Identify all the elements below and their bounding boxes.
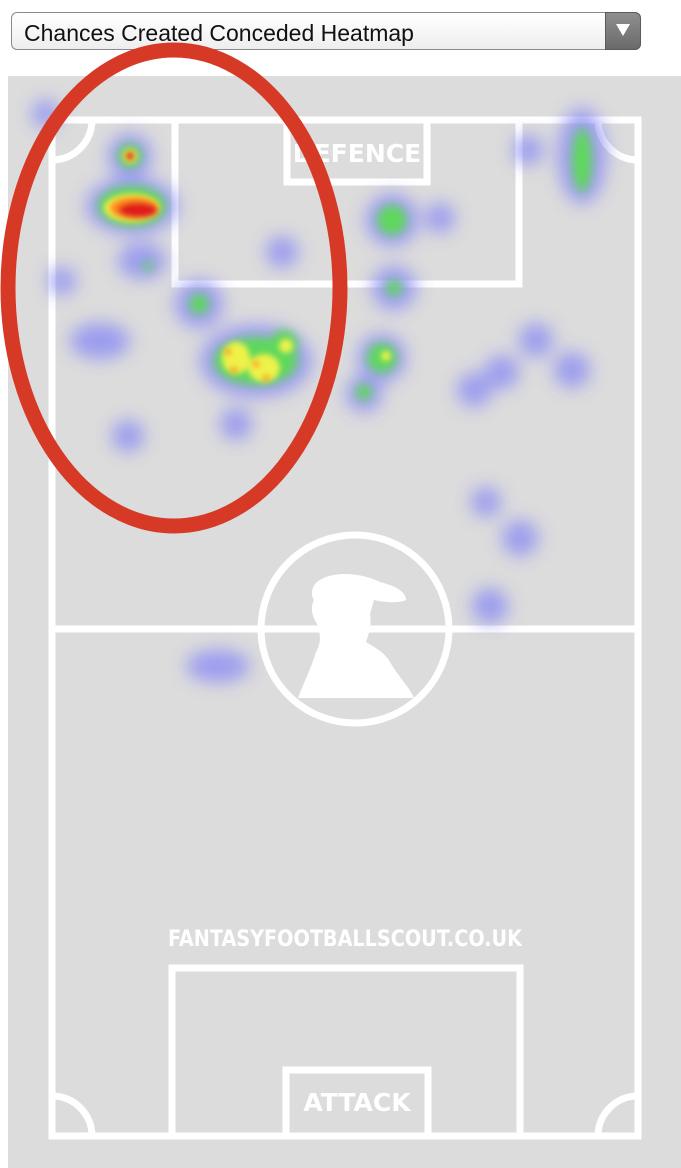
corner-arc-bottom-left [51, 1092, 96, 1137]
dropdown-toggle-button[interactable] [605, 12, 641, 50]
pitch-canvas: DEFENCE ATTACK FANTASYFOOTBALLSCOUT.CO.U… [32, 100, 642, 1140]
corner-arc-top-left [51, 119, 96, 164]
heatmap-type-select[interactable]: Chances Created Conceded Heatmap [11, 12, 641, 50]
attack-label: ATTACK [303, 1088, 412, 1117]
heatmap-pitch: DEFENCE ATTACK FANTASYFOOTBALLSCOUT.CO.U… [8, 76, 681, 1168]
defence-label: DEFENCE [293, 139, 421, 168]
corner-arc-bottom-right [594, 1092, 639, 1137]
triangle-down-icon [616, 24, 630, 36]
selected-heatmap-label: Chances Created Conceded Heatmap [24, 20, 414, 46]
scout-silhouette-icon [298, 574, 414, 698]
site-watermark: FANTASYFOOTBALLSCOUT.CO.UK [168, 927, 523, 952]
